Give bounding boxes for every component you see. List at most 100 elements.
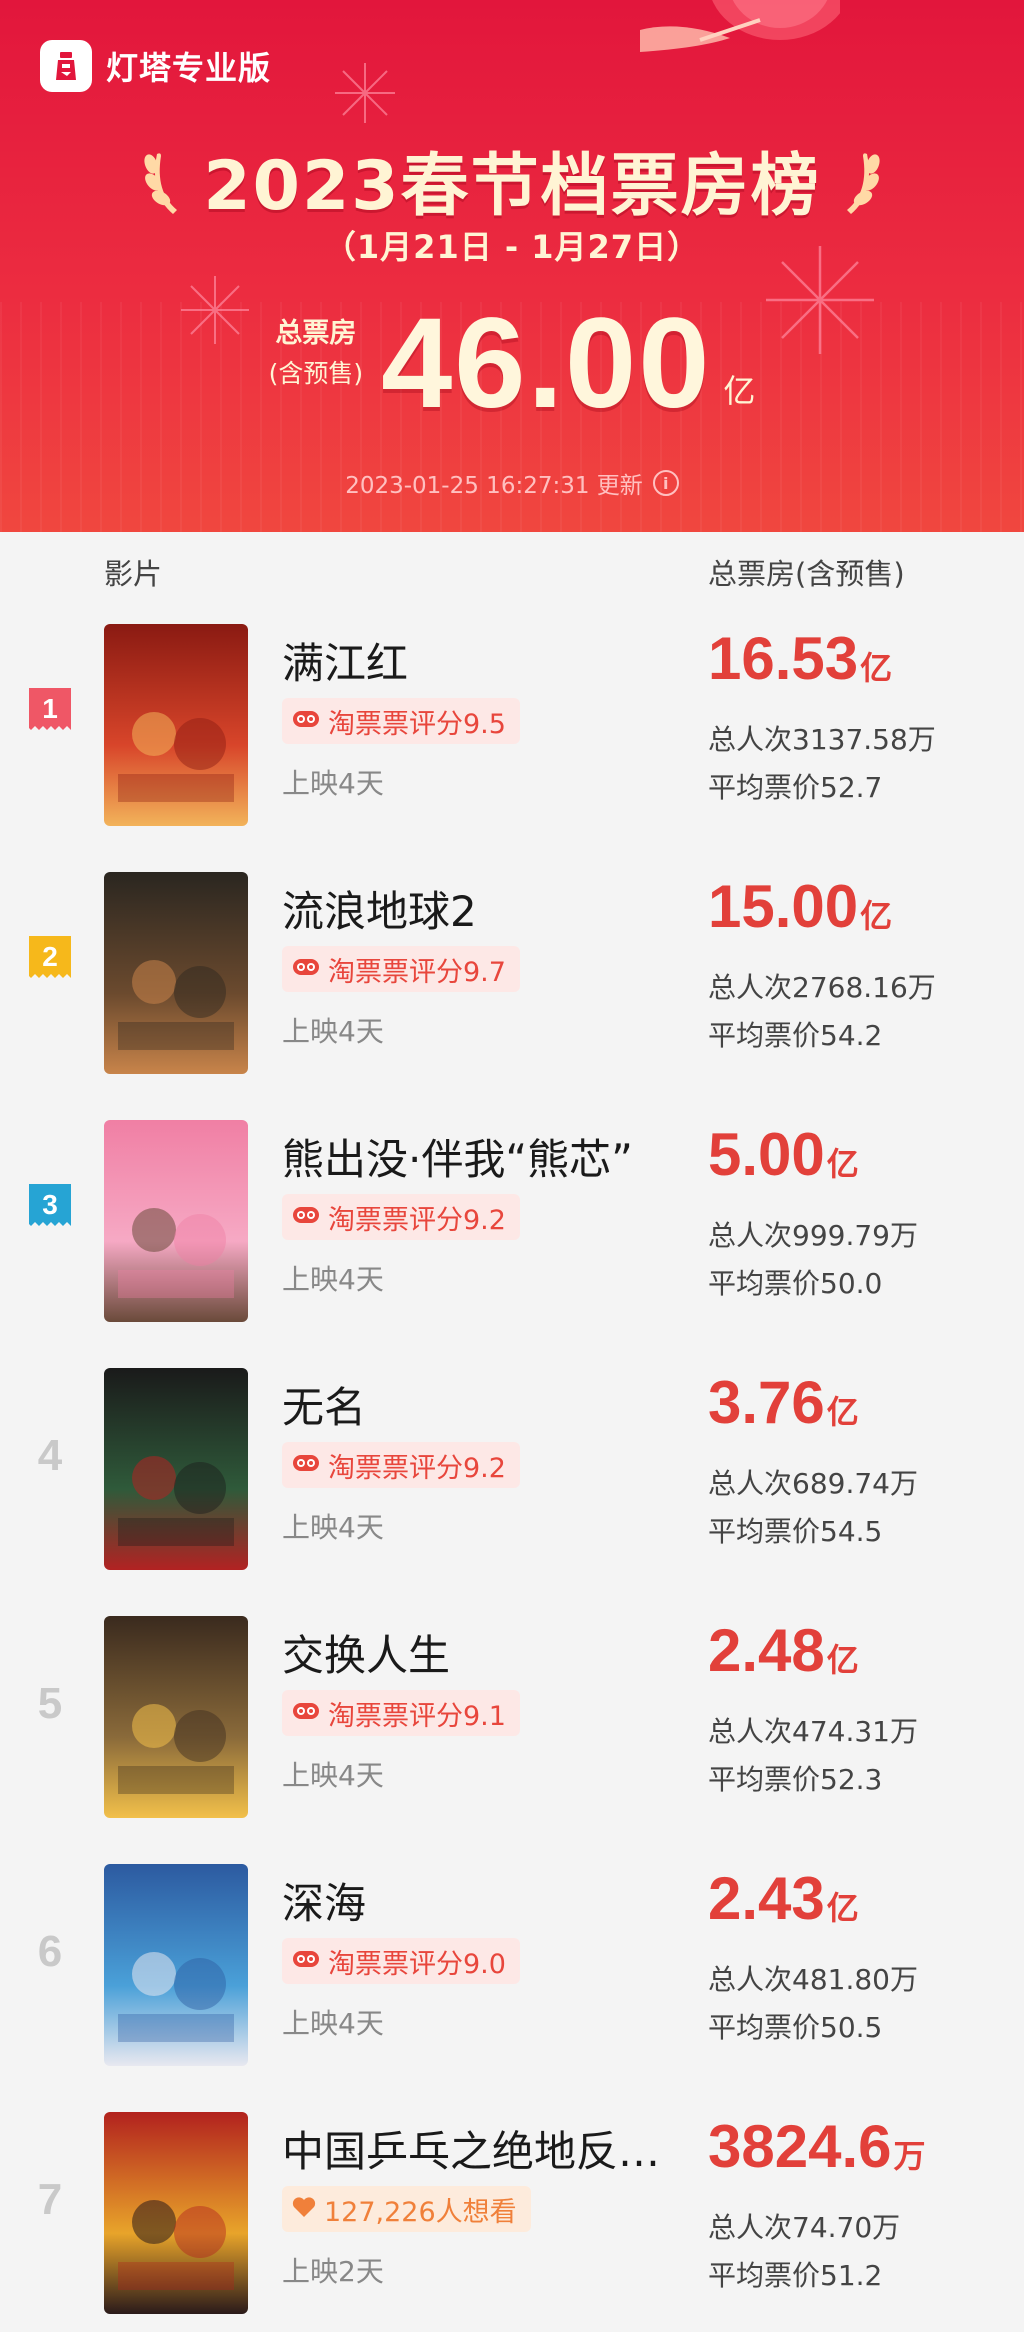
total-label: 总票房 (含预售) bbox=[269, 311, 364, 390]
taopiao-eye-icon bbox=[292, 1450, 320, 1481]
rank-badge: 7 bbox=[24, 2174, 76, 2226]
rating-text: 淘票票评分9.7 bbox=[328, 956, 506, 988]
average-ticket-price: 平均票价52.7 bbox=[708, 771, 883, 804]
rating-badge: 淘票票评分9.5 bbox=[282, 698, 520, 744]
movie-poster[interactable] bbox=[104, 1368, 248, 1570]
rating-badge: 淘票票评分9.2 bbox=[282, 1442, 520, 1488]
box-office-number: 3824.6 bbox=[708, 2113, 892, 2180]
rank-number: 1 bbox=[42, 693, 58, 724]
movie-poster[interactable] bbox=[104, 1120, 248, 1322]
box-office-number: 15.00 bbox=[708, 873, 859, 940]
film-row[interactable]: 3 熊出没·伴我“熊芯” 淘票票评分9.2 上映4天 5.00 亿 总人次999… bbox=[0, 1108, 1024, 1356]
box-office-number: 3.76 bbox=[708, 1369, 825, 1436]
movie-poster[interactable] bbox=[104, 1864, 248, 2066]
info-icon[interactable]: i bbox=[652, 470, 679, 496]
rating-badge: 淘票票评分9.7 bbox=[282, 946, 520, 992]
average-ticket-price: 平均票价50.5 bbox=[708, 2011, 883, 2044]
taopiao-eye-icon bbox=[292, 954, 320, 985]
rating-text: 淘票票评分9.1 bbox=[328, 1700, 506, 1732]
movie-poster[interactable] bbox=[104, 624, 248, 826]
rank-number: 5 bbox=[37, 1679, 63, 1728]
lighthouse-logo-icon bbox=[40, 40, 92, 92]
total-value: 46.00 bbox=[381, 292, 712, 435]
rating-badge: 淘票票评分9.2 bbox=[282, 1194, 520, 1240]
movie-poster[interactable] bbox=[104, 1616, 248, 1818]
brand: 灯塔专业版 bbox=[40, 40, 271, 92]
total-viewers: 总人次74.70万 bbox=[708, 2211, 901, 2244]
film-row[interactable]: 7 中国乒乓之绝地反… 127,226人想看 上映2天 3824.6 万 总人次… bbox=[0, 2100, 1024, 2332]
taopiao-eye-icon bbox=[292, 1202, 320, 1233]
taopiao-eye-icon bbox=[292, 1946, 320, 1977]
box-office-value: 16.53 亿 bbox=[708, 624, 892, 693]
average-ticket-price: 平均票价54.2 bbox=[708, 1019, 883, 1052]
box-office-value: 15.00 亿 bbox=[708, 872, 892, 941]
film-title[interactable]: 无名 bbox=[282, 1374, 366, 1435]
film-row[interactable]: 6 深海 淘票票评分9.0 上映4天 2.43 亿 总人次481.80万 平均票… bbox=[0, 1852, 1024, 2100]
rank-badge: 3 bbox=[24, 1182, 76, 1234]
rank-badge: 6 bbox=[24, 1926, 76, 1978]
taopiao-eye-icon bbox=[292, 706, 320, 737]
page-title: 2023春节档票房榜 bbox=[203, 147, 821, 226]
box-office-number: 16.53 bbox=[708, 625, 859, 692]
firework-decoration-icon bbox=[335, 63, 395, 123]
lantern-decoration-icon bbox=[640, 0, 840, 52]
rank-number: 3 bbox=[42, 1189, 58, 1220]
table-header: 影片 总票房(含预售) bbox=[0, 532, 1024, 612]
rating-text: 淘票票评分9.5 bbox=[328, 708, 506, 740]
rating-text: 127,226人想看 bbox=[324, 2196, 517, 2228]
box-office-value: 3824.6 万 bbox=[708, 2112, 926, 2181]
rank-badge: 2 bbox=[24, 934, 76, 986]
box-office-number: 5.00 bbox=[708, 1121, 825, 1188]
rating-badge: 淘票票评分9.1 bbox=[282, 1690, 520, 1736]
total-unit: 亿 bbox=[723, 372, 756, 410]
box-office-unit: 亿 bbox=[860, 650, 893, 686]
rank-badge: 4 bbox=[24, 1430, 76, 1482]
rank-number: 6 bbox=[37, 1927, 63, 1976]
film-title[interactable]: 深海 bbox=[282, 1870, 366, 1931]
laurel-right-icon bbox=[846, 152, 880, 214]
average-ticket-price: 平均票价52.3 bbox=[708, 1763, 883, 1796]
film-title[interactable]: 交换人生 bbox=[282, 1622, 450, 1683]
rating-badge: 127,226人想看 bbox=[282, 2186, 531, 2232]
film-title[interactable]: 满江红 bbox=[282, 630, 408, 691]
film-row[interactable]: 4 无名 淘票票评分9.2 上映4天 3.76 亿 总人次689.74万 平均票… bbox=[0, 1356, 1024, 1604]
film-row[interactable]: 5 交换人生 淘票票评分9.1 上映4天 2.48 亿 总人次474.31万 平… bbox=[0, 1604, 1024, 1852]
brand-name: 灯塔专业版 bbox=[106, 49, 272, 87]
rank-number: 7 bbox=[37, 2175, 63, 2224]
box-office-unit: 亿 bbox=[826, 1146, 859, 1182]
release-days: 上映4天 bbox=[282, 1263, 384, 1296]
box-office-number: 2.48 bbox=[708, 1617, 825, 1684]
total-viewers: 总人次3137.58万 bbox=[708, 723, 936, 756]
total-box-office: 总票房 (含预售) 46.00 亿 bbox=[0, 300, 1024, 428]
film-row[interactable]: 1 满江红 淘票票评分9.5 上映4天 16.53 亿 总人次3137.58万 … bbox=[0, 612, 1024, 860]
average-ticket-price: 平均票价50.0 bbox=[708, 1267, 883, 1300]
release-days: 上映4天 bbox=[282, 1015, 384, 1048]
film-row[interactable]: 2 流浪地球2 淘票票评分9.7 上映4天 15.00 亿 总人次2768.16… bbox=[0, 860, 1024, 1108]
film-title[interactable]: 中国乒乓之绝地反… bbox=[282, 2118, 660, 2179]
rank-number: 2 bbox=[42, 941, 58, 972]
box-office-value: 2.43 亿 bbox=[708, 1864, 859, 1933]
total-viewers: 总人次999.79万 bbox=[708, 1219, 918, 1252]
column-header-film: 影片 bbox=[104, 557, 163, 591]
film-title[interactable]: 流浪地球2 bbox=[282, 878, 477, 939]
title-row: 2023春节档票房榜 bbox=[0, 130, 1024, 229]
movie-poster[interactable] bbox=[104, 2112, 248, 2314]
film-title[interactable]: 熊出没·伴我“熊芯” bbox=[282, 1126, 633, 1187]
taopiao-eye-icon bbox=[292, 1698, 320, 1729]
movie-poster[interactable] bbox=[104, 872, 248, 1074]
update-time-row: 2023-01-25 16:27:31 更新 i bbox=[0, 466, 1024, 500]
release-days: 上映4天 bbox=[282, 1759, 384, 1792]
date-range: （1月21日 - 1月27日） bbox=[323, 228, 701, 266]
box-office-unit: 亿 bbox=[826, 1642, 859, 1678]
total-viewers: 总人次481.80万 bbox=[708, 1963, 918, 1996]
box-office-unit: 亿 bbox=[826, 1394, 859, 1430]
total-viewers: 总人次689.74万 bbox=[708, 1467, 918, 1500]
box-office-value: 3.76 亿 bbox=[708, 1368, 859, 1437]
rank-badge: 1 bbox=[24, 686, 76, 738]
release-days: 上映4天 bbox=[282, 1511, 384, 1544]
heart-icon bbox=[292, 2194, 316, 2225]
box-office-unit: 亿 bbox=[826, 1890, 859, 1926]
rating-text: 淘票票评分9.0 bbox=[328, 1948, 506, 1980]
column-header-box-office[interactable]: 总票房(含预售) bbox=[708, 551, 905, 593]
total-label-sub: (含预售) bbox=[268, 359, 364, 388]
